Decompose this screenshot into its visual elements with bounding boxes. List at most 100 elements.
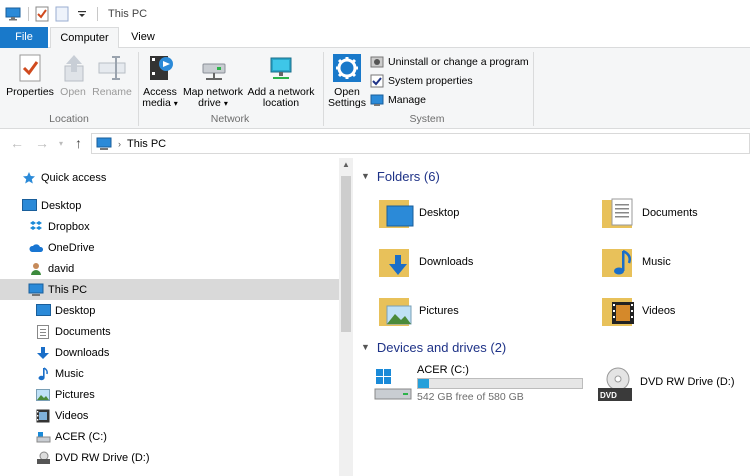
nav-item-videos[interactable]: Videos [0,405,339,426]
desktop-icon [21,198,37,214]
downloads-icon [35,345,51,361]
videos-icon [35,408,51,424]
drive-name: ACER (C:) [417,364,469,376]
folder-label: Videos [642,305,676,317]
drive-acer-c[interactable]: ACER (C:) 542 GB free of 580 GB [373,363,583,403]
open-button[interactable]: Open [58,52,88,98]
system-properties-button[interactable]: System properties [370,72,473,89]
tab-file[interactable]: File [0,27,48,48]
network-drive-icon [202,63,226,80]
drive-name: DVD RW Drive (D:) [640,376,735,388]
folders-header-label: Folders (6) [376,168,440,184]
network-group-label: Network [210,113,250,125]
access-media-icon [150,56,173,80]
system-properties-icon [370,74,384,87]
nav-item-dvd-d[interactable]: DVD RW Drive (D:) [0,447,339,468]
content-pane: ▼ Folders (6) Desktop Documents Download… [353,158,750,476]
ribbon-tabs: File Computer View [0,27,750,49]
drive-icon [374,369,412,400]
navigation-pane: Quick access Desktop Dropbox OneDrive da… [0,158,339,476]
pictures-folder-icon [379,298,412,326]
access-media-button[interactable]: Access media ▾ [141,52,179,109]
nav-item-label: Documents [55,325,111,338]
nav-item-label: This PC [48,283,88,296]
drive-info: ACER (C:) 542 GB free of 580 GB [417,363,583,403]
uninstall-label: Uninstall or change a program [388,55,529,68]
nav-item-user[interactable]: david [0,258,339,279]
breadcrumb-this-pc[interactable]: This PC [127,138,166,150]
up-arrow-icon[interactable]: ↑ [75,135,82,151]
nav-item-this-pc[interactable]: This PC [0,279,339,300]
nav-item-documents[interactable]: Documents [0,321,339,342]
folder-downloads[interactable]: Downloads [377,241,473,283]
map-network-drive-button[interactable]: Map network drive ▾ [182,52,244,109]
ribbon: Properties Open Rename Location Access m… [0,48,750,129]
nav-item-onedrive[interactable]: OneDrive [0,237,339,258]
rename-icon [98,56,126,80]
rename-label: Rename [92,86,132,98]
forward-arrow-icon[interactable]: → [35,135,49,151]
chevron-down-icon: ▼ [361,342,370,352]
folder-label: Downloads [419,256,474,268]
devices-section-header[interactable]: ▼ Devices and drives (2) [361,337,506,357]
system-group-label: System [409,113,445,125]
onedrive-icon [28,240,44,256]
properties-icon [19,54,41,82]
folder-music[interactable]: Music [600,241,671,283]
group-separator [138,52,139,126]
documents-folder-icon [602,198,633,228]
computer-icon [28,282,44,298]
chevron-down-icon: ▾ [173,99,178,108]
group-separator [533,52,534,126]
properties-label: Properties [6,86,54,98]
add-network-location-button[interactable]: Add a network location [246,52,316,109]
dropbox-icon [28,219,44,235]
address-bar[interactable]: › This PC [91,133,750,154]
location-group-label: Location [49,113,89,125]
new-folder-icon[interactable] [53,5,71,23]
open-settings-button[interactable]: Open Settings [327,52,367,109]
recent-locations-icon[interactable]: ▾ [59,139,63,148]
music-icon [35,366,51,382]
drive-dvd-d[interactable]: DVD RW Drive (D:) [596,366,735,406]
folder-desktop[interactable]: Desktop [377,192,459,234]
open-icon [64,55,84,82]
folder-label: Documents [642,207,698,219]
folder-videos[interactable]: Videos [600,290,675,332]
nav-item-acer-c[interactable]: ACER (C:) [0,426,339,447]
folder-label: Music [642,256,671,268]
manage-icon [370,94,384,106]
uninstall-program-button[interactable]: Uninstall or change a program [370,53,529,70]
properties-button[interactable]: Properties [4,52,56,98]
documents-icon [35,324,51,340]
nav-item-pictures[interactable]: Pictures [0,384,339,405]
rename-button[interactable]: Rename [92,52,132,98]
nav-pane-scrollbar[interactable]: ▲ [339,158,353,476]
tab-computer[interactable]: Computer [50,27,119,49]
tab-view[interactable]: View [123,27,163,48]
nav-item-downloads[interactable]: Downloads [0,342,339,363]
dvd-icon [598,367,632,401]
nav-item-music[interactable]: Music [0,363,339,384]
back-arrow-icon[interactable]: ← [10,135,24,151]
scroll-up-icon[interactable]: ▲ [339,158,353,172]
title-bar: This PC [0,0,750,27]
nav-item-label: Pictures [55,388,95,401]
nav-item-desktop[interactable]: Desktop [0,195,339,216]
computer-icon[interactable] [4,5,22,23]
nav-item-dropbox[interactable]: Dropbox [0,216,339,237]
manage-button[interactable]: Manage [370,91,426,108]
nav-item-quick-access[interactable]: Quick access [0,167,339,188]
customize-toolbar-icon[interactable] [73,5,91,23]
separator [97,6,98,21]
user-icon [28,261,44,277]
folder-pictures[interactable]: Pictures [377,290,459,332]
nav-item-desktop-pc[interactable]: Desktop [0,300,339,321]
nav-item-label: DVD RW Drive (D:) [55,451,150,464]
folder-documents[interactable]: Documents [600,192,698,234]
properties-icon[interactable] [33,5,51,23]
devices-header-label: Devices and drives (2) [376,339,507,355]
folders-section-header[interactable]: ▼ Folders (6) [361,166,440,186]
scrollbar-thumb[interactable] [341,176,351,332]
nav-item-label: Desktop [55,304,96,317]
